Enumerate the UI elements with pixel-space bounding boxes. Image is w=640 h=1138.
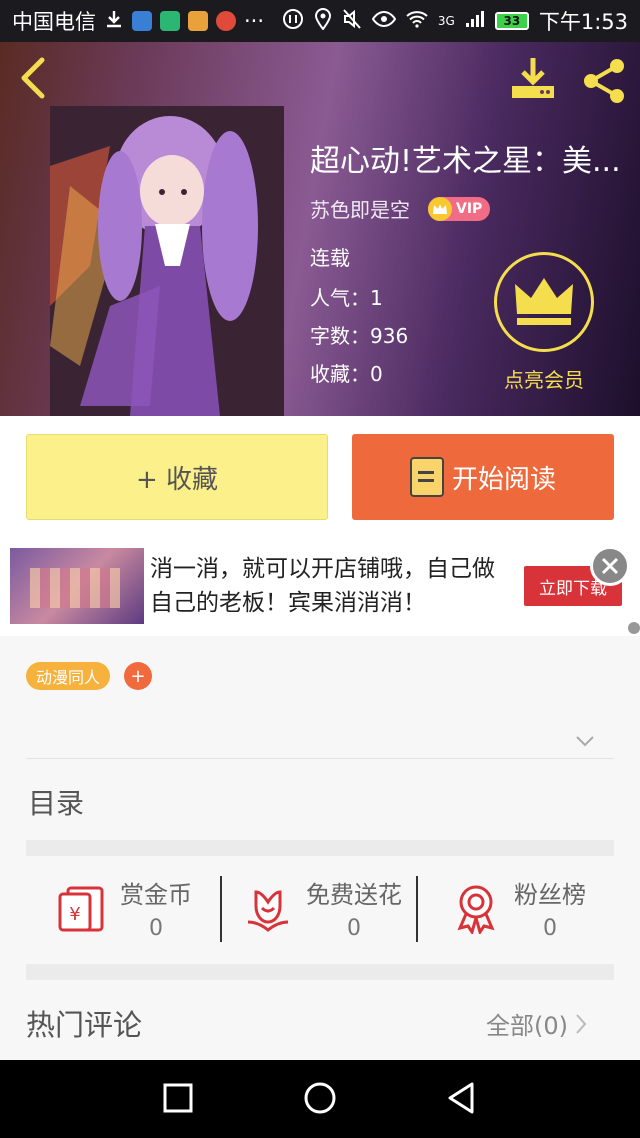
table-of-contents[interactable]: 目录 (28, 782, 84, 822)
serial-status: 连载 (310, 246, 350, 270)
fan-ranking-label: 粉丝榜 (514, 881, 586, 909)
member-label[interactable]: 点亮会员 (496, 364, 592, 393)
send-flower-label: 免费送花 (306, 881, 402, 909)
fan-ranking-value: 0 (543, 916, 557, 941)
book-icon (409, 457, 444, 497)
book-title: 超心动!艺术之星：美... (310, 144, 621, 179)
close-icon (601, 557, 619, 575)
all-comments-label: 全部(0) (486, 1012, 568, 1040)
ad-text: 消一消，就可以开店铺哦，自己做自己的老板！宾果消消消！ (150, 556, 495, 616)
fan-ranking-button[interactable]: 粉丝榜 0 (450, 870, 586, 946)
medal-icon (457, 885, 495, 934)
ad-close-button[interactable] (590, 546, 630, 586)
carrier-name: 中国电信 (12, 10, 96, 34)
more-notifications: ··· (244, 9, 265, 33)
section-separator (26, 840, 614, 856)
cover-illustration (50, 106, 284, 416)
vip-label: VIP (456, 200, 483, 217)
book-cover[interactable] (50, 106, 284, 416)
share-icon (584, 59, 624, 103)
mail-app-icon (132, 11, 152, 31)
ad-marker-icon (628, 622, 640, 634)
send-flower-button[interactable]: 免费送花 0 (242, 870, 402, 946)
back-arrow-icon (21, 57, 45, 99)
download-button[interactable] (508, 56, 558, 102)
chevron-right-icon (576, 1013, 587, 1034)
circle-icon (304, 1082, 336, 1114)
word-count: 字数：936 (310, 324, 409, 348)
divider (220, 876, 222, 942)
hot-comments-title: 热门评论 (26, 1008, 143, 1042)
wifi-icon (406, 9, 428, 33)
all-comments-link[interactable]: 全部(0) (486, 1006, 588, 1041)
expand-button[interactable] (574, 730, 596, 752)
member-button[interactable] (494, 252, 594, 352)
back-nav-button[interactable] (444, 1080, 480, 1116)
back-button[interactable] (16, 56, 56, 100)
system-nav-bar (0, 1060, 640, 1138)
square-icon (163, 1083, 193, 1113)
crown-icon (515, 278, 573, 325)
send-flower-value: 0 (347, 916, 361, 941)
reward-coins-button[interactable]: ¥ 赏金币 0 (56, 870, 192, 946)
data-icon (282, 8, 304, 35)
reward-coins-label: 赏金币 (120, 881, 192, 909)
svg-text:¥: ¥ (69, 904, 80, 925)
reward-coins-value: 0 (149, 916, 163, 941)
video-app-icon (160, 11, 180, 31)
eye-icon (371, 9, 397, 33)
favorite-count: 收藏：0 (310, 362, 383, 386)
chevron-down-icon (576, 736, 594, 747)
signal-icon (465, 9, 485, 33)
vip-badge: VIP (428, 196, 491, 221)
home-button[interactable] (302, 1080, 338, 1116)
download-notification-icon (104, 9, 124, 34)
ad-thumbnail (10, 548, 144, 624)
recent-apps-button[interactable] (160, 1080, 196, 1116)
collect-button[interactable]: + 收藏 (26, 434, 328, 520)
status-time: 下午1:53 (538, 10, 628, 34)
author-name[interactable]: 苏色即是空 (310, 194, 410, 223)
share-button[interactable] (580, 56, 630, 106)
battery-indicator: 33 (494, 12, 529, 30)
section-separator (26, 964, 614, 980)
tag-item[interactable]: 动漫同人 (26, 662, 111, 690)
triangle-back-icon (448, 1082, 474, 1114)
status-bar: 中国电信 ··· 3G 33 下午1:53 (0, 0, 640, 42)
download-icon (512, 58, 554, 98)
divider (416, 876, 418, 942)
ad-banner[interactable]: 消一消，就可以开店铺哦，自己做自己的老板！宾果消消消！ 立即下载 (0, 540, 640, 636)
popularity: 人气：1 (310, 286, 383, 310)
weibo-app-icon (216, 11, 236, 31)
network-type: 3G (437, 14, 455, 28)
book-header: 超心动!艺术之星：美... 苏色即是空 VIP 连载 人气：1 字数：936 收… (0, 42, 640, 416)
crown-icon (428, 196, 452, 221)
flower-icon (247, 890, 289, 932)
add-tag-button[interactable]: + (124, 662, 152, 690)
start-reading-button[interactable]: 开始阅读 (352, 434, 614, 520)
author-row: 苏色即是空 VIP (310, 194, 491, 223)
location-icon (314, 7, 332, 35)
divider (26, 758, 614, 759)
game-app-icon (188, 11, 208, 31)
start-reading-label: 开始阅读 (451, 464, 556, 495)
mute-icon (342, 8, 362, 35)
red-envelope-icon: ¥ (58, 886, 104, 932)
